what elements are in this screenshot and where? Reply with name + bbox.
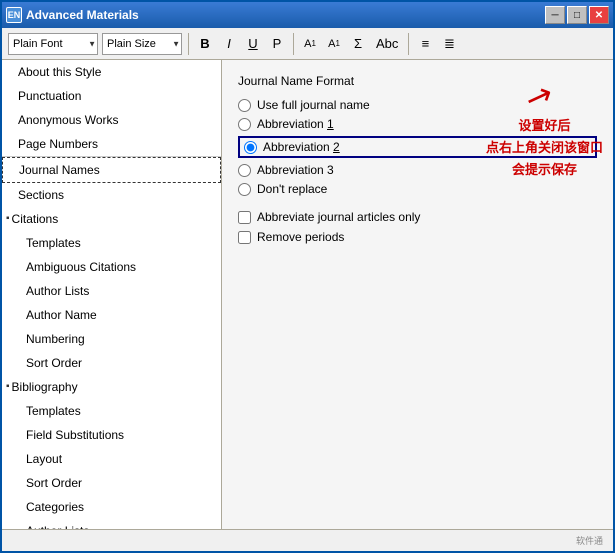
radio-abbr2-input[interactable] [244, 141, 257, 154]
toolbar: Plain Font ▼ Plain Size ▼ B I U P A1 A1 … [2, 28, 613, 60]
sidebar-item-layout[interactable]: Layout [2, 447, 221, 471]
maximize-button[interactable]: □ [567, 6, 587, 24]
font-dropdown[interactable]: Plain Font [8, 33, 98, 55]
sidebar-item-cit-templates[interactable]: Templates [2, 231, 221, 255]
toolbar-separator-3 [408, 33, 409, 55]
bibliography-expand-icon: ▪ [6, 378, 10, 396]
radio-abbr1-input[interactable] [238, 118, 251, 131]
underline-button[interactable]: U [243, 33, 263, 55]
align-left-button[interactable]: ≡ [415, 33, 435, 55]
window-title: Advanced Materials [26, 8, 545, 22]
size-dropdown[interactable]: Plain Size [102, 33, 182, 55]
sidebar-item-citations[interactable]: ▪ Citations [2, 207, 221, 231]
checkbox-abbreviate-only[interactable]: Abbreviate journal articles only [238, 210, 597, 224]
minimize-button[interactable]: ─ [545, 6, 565, 24]
sidebar-item-anonymous[interactable]: Anonymous Works [2, 108, 221, 132]
sidebar-item-journal-names[interactable]: Journal Names [2, 157, 221, 183]
status-bar: 软件通 [2, 529, 613, 551]
align-right-button[interactable]: ≣ [439, 33, 459, 55]
plain-button[interactable]: P [267, 33, 287, 55]
title-bar: EN Advanced Materials ─ □ ✕ [2, 2, 613, 28]
font-dropdown-wrap: Plain Font ▼ [8, 33, 98, 55]
sidebar-item-author-lists[interactable]: Author Lists [2, 279, 221, 303]
radio-dont-replace[interactable]: Don't replace [238, 182, 597, 196]
sidebar-item-sort-order[interactable]: Sort Order [2, 351, 221, 375]
right-panel: Journal Name Format Use full journal nam… [222, 60, 613, 529]
sidebar-item-punctuation[interactable]: Punctuation [2, 84, 221, 108]
radio-abbr3-input[interactable] [238, 164, 251, 177]
annotation-text: 设置好后 点右上角关闭该窗口 会提示保存 [486, 115, 603, 181]
main-window: EN Advanced Materials ─ □ ✕ Plain Font ▼… [0, 0, 615, 553]
sidebar-item-bib-templates[interactable]: Templates [2, 399, 221, 423]
checkbox-remove-input[interactable] [238, 231, 251, 244]
sidebar-item-bib-sort[interactable]: Sort Order [2, 471, 221, 495]
bold-button[interactable]: B [195, 33, 215, 55]
sidebar-item-page-numbers[interactable]: Page Numbers [2, 132, 221, 157]
abc-button[interactable]: Abc [372, 33, 402, 55]
sidebar-item-ambiguous[interactable]: Ambiguous Citations [2, 255, 221, 279]
checkbox-remove-periods[interactable]: Remove periods [238, 230, 597, 244]
subscript-button[interactable]: A1 [324, 33, 344, 55]
sidebar-item-sections[interactable]: Sections [2, 183, 221, 207]
citations-expand-icon: ▪ [6, 210, 10, 228]
superscript-button[interactable]: A1 [300, 33, 320, 55]
radio-dont-input[interactable] [238, 183, 251, 196]
italic-button[interactable]: I [219, 33, 239, 55]
sidebar-item-bib-author-lists[interactable]: Author Lists [2, 519, 221, 529]
sidebar-item-categories[interactable]: Categories [2, 495, 221, 519]
main-area: About this Style Punctuation Anonymous W… [2, 60, 613, 529]
annotation-container: ↗ 设置好后 点右上角关闭该窗口 会提示保存 [486, 115, 603, 181]
sidebar-item-author-name[interactable]: Author Name [2, 303, 221, 327]
radio-full-input[interactable] [238, 99, 251, 112]
window-controls: ─ □ ✕ [545, 6, 609, 24]
close-button[interactable]: ✕ [589, 6, 609, 24]
sidebar-item-field-subs[interactable]: Field Substitutions [2, 423, 221, 447]
sidebar-item-bibliography[interactable]: ▪ Bibliography [2, 375, 221, 399]
checkbox-group: Abbreviate journal articles only Remove … [238, 210, 597, 244]
status-logo: 软件通 [576, 534, 603, 547]
size-dropdown-wrap: Plain Size ▼ [102, 33, 182, 55]
sidebar-item-numbering[interactable]: Numbering [2, 327, 221, 351]
checkbox-abbreviate-input[interactable] [238, 211, 251, 224]
left-panel: About this Style Punctuation Anonymous W… [2, 60, 222, 529]
sidebar-item-about[interactable]: About this Style [2, 60, 221, 84]
toolbar-separator-2 [293, 33, 294, 55]
toolbar-separator-1 [188, 33, 189, 55]
sigma-button[interactable]: Σ [348, 33, 368, 55]
app-icon: EN [6, 7, 22, 23]
